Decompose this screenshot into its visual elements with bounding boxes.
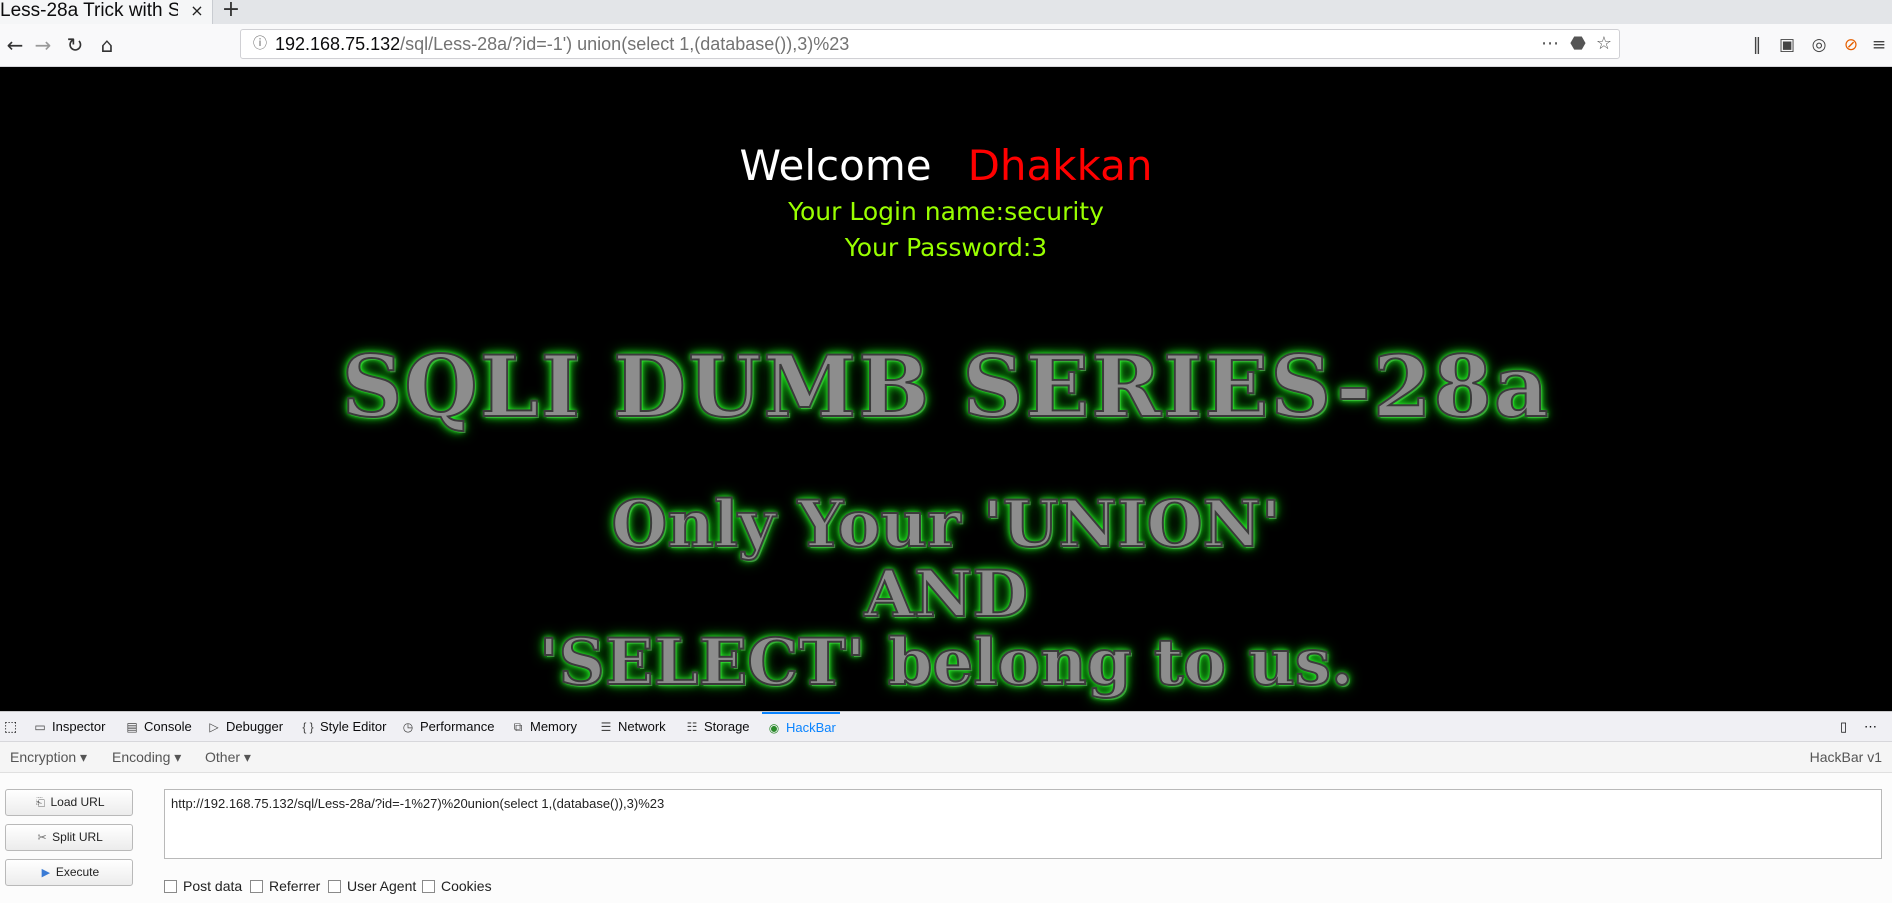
scissors-icon: ✂ <box>37 832 47 844</box>
user-agent-checkbox[interactable]: User Agent <box>328 876 416 896</box>
tab-inspector[interactable]: ▭ Inspector <box>32 712 105 741</box>
close-tab-icon[interactable]: × <box>186 0 208 24</box>
style-editor-icon: { } <box>302 720 314 734</box>
other-menu[interactable]: Other ▾ <box>205 742 251 772</box>
tab-label: Network <box>618 719 666 734</box>
network-icon: ☰ <box>600 720 612 734</box>
banner-line-1: Only Your 'UNION' <box>610 486 1281 563</box>
browser-tab[interactable]: Less-28a Trick with SE × <box>0 0 213 24</box>
tab-label: Memory <box>530 719 577 734</box>
button-label: Load URL <box>50 795 105 809</box>
referrer-checkbox[interactable]: Referrer <box>250 876 320 896</box>
reload-icon[interactable]: ↻ <box>60 30 90 60</box>
debugger-icon: ▷ <box>209 720 219 734</box>
menu-label: Encryption <box>10 749 77 765</box>
checkbox-box[interactable] <box>164 880 177 893</box>
execute-icon: ▶ <box>41 867 51 879</box>
checkbox-box[interactable] <box>328 880 341 893</box>
tab-style-editor[interactable]: { } Style Editor <box>300 712 386 741</box>
url-bar[interactable]: ⓘ 192.168.75.132/sql/Less-28a/?id=-1') u… <box>240 29 1620 59</box>
devtools-tab-bar: ⬚ ▭ Inspector ▤ Console ▷ Debugger { } Style… <box>0 712 1892 742</box>
checkbox-label: Referrer <box>269 878 321 894</box>
login-name-text: Your Login name:security <box>788 197 1104 226</box>
tab-console[interactable]: ▤ Console <box>124 712 192 741</box>
tab-bar: Less-28a Trick with SE × + <box>0 0 1892 25</box>
dock-toggle-icon[interactable]: ▯ <box>1840 712 1847 741</box>
navigation-toolbar: ← → ↻ ⌂ ⓘ 192.168.75.132/sql/Less-28a/?i… <box>0 24 1892 67</box>
url-host: 192.168.75.132 <box>275 34 401 54</box>
load-url-icon: ⎗ <box>36 797 45 809</box>
bookmark-star-icon[interactable]: ☆ <box>1591 30 1617 58</box>
home-icon[interactable]: ⌂ <box>92 30 122 60</box>
banner-line-2: AND <box>863 556 1029 633</box>
encryption-menu[interactable]: Encryption ▾ <box>10 742 87 772</box>
tab-performance[interactable]: ◷ Performance <box>400 712 495 741</box>
tab-debugger[interactable]: ▷ Debugger <box>206 712 283 741</box>
new-tab-button[interactable]: + <box>218 0 244 24</box>
hackbar-menu-bar: Encryption ▾ Encoding ▾ Other ▾ HackBar … <box>0 742 1892 773</box>
encoding-menu[interactable]: Encoding ▾ <box>112 742 181 772</box>
checkbox-label: Cookies <box>441 878 492 894</box>
pocket-icon[interactable]: ⬣ <box>1565 30 1591 58</box>
tab-label: HackBar <box>786 720 836 735</box>
page-content: Welcome Dhakkan Your Login name:security … <box>0 67 1892 711</box>
tab-hackbar[interactable]: ◉ HackBar <box>762 712 840 741</box>
checkbox-label: Post data <box>183 878 243 894</box>
element-picker-icon[interactable]: ⬚ <box>4 712 17 741</box>
cookies-checkbox[interactable]: Cookies <box>422 876 492 896</box>
tab-memory[interactable]: ⧉ Memory <box>510 712 577 741</box>
hackbar-version: HackBar v1 <box>1809 749 1882 765</box>
execute-button[interactable]: ▶ Execute <box>5 859 133 886</box>
sidebar-icon[interactable]: ▣ <box>1774 32 1800 58</box>
tab-label: Inspector <box>52 719 106 734</box>
welcome-heading: Welcome Dhakkan <box>0 141 1892 190</box>
post-data-checkbox[interactable]: Post data <box>164 876 242 896</box>
tab-title: Less-28a Trick with SE <box>0 0 178 21</box>
devtools-panel: ⬚ ▭ Inspector ▤ Console ▷ Debugger { } Style… <box>0 711 1892 903</box>
menu-label: Encoding <box>112 749 171 765</box>
extension-icon[interactable]: ◎ <box>1806 32 1832 58</box>
tab-label: Storage <box>704 719 750 734</box>
password-text: Your Password:3 <box>844 233 1048 262</box>
tab-label: Debugger <box>226 719 284 734</box>
site-info-icon[interactable]: ⓘ <box>249 33 271 55</box>
checkbox-label: User Agent <box>347 878 417 894</box>
checkbox-box[interactable] <box>422 880 435 893</box>
load-url-button[interactable]: ⎗ Load URL <box>5 789 133 816</box>
banner-line-3: 'SELECT' belong to us. <box>538 624 1354 701</box>
button-label: Execute <box>55 865 100 879</box>
menu-icon[interactable]: ≡ <box>1866 32 1892 58</box>
addon-icon[interactable]: ⊘ <box>1838 32 1864 58</box>
tab-label: Performance <box>420 719 495 734</box>
tab-label: Console <box>144 719 192 734</box>
checkbox-box[interactable] <box>250 880 263 893</box>
split-url-button[interactable]: ✂ Split URL <box>5 824 133 851</box>
welcome-word: Welcome <box>739 141 932 190</box>
library-icon[interactable]: ‖ <box>1744 32 1770 58</box>
performance-icon: ◷ <box>402 720 414 734</box>
welcome-name: Dhakkan <box>967 141 1153 190</box>
devtools-menu-icon[interactable]: ⋯ <box>1864 712 1877 741</box>
menu-label: Other <box>205 749 241 765</box>
hackbar-icon: ◉ <box>768 721 780 735</box>
url-text[interactable]: 192.168.75.132/sql/Less-28a/?id=-1') uni… <box>275 30 849 58</box>
storage-icon: ☷ <box>686 720 698 734</box>
forward-icon[interactable]: → <box>28 30 58 60</box>
inspector-icon: ▭ <box>34 720 46 734</box>
back-icon[interactable]: ← <box>0 30 30 60</box>
tab-storage[interactable]: ☷ Storage <box>684 712 750 741</box>
tab-network[interactable]: ☰ Network <box>598 712 666 741</box>
series-title-banner: SQLI DUMB SERIES-28a <box>341 336 1551 437</box>
console-icon: ▤ <box>126 720 138 734</box>
button-label: Split URL <box>52 830 103 844</box>
tab-label: Style Editor <box>320 719 387 734</box>
memory-icon: ⧉ <box>513 720 523 734</box>
page-actions-icon[interactable]: ⋯ <box>1537 30 1563 58</box>
hackbar-url-textarea[interactable]: http://192.168.75.132/sql/Less-28a/?id=-… <box>164 789 1882 859</box>
url-path: /sql/Less-28a/?id=-1') union(select 1,(d… <box>400 34 850 54</box>
